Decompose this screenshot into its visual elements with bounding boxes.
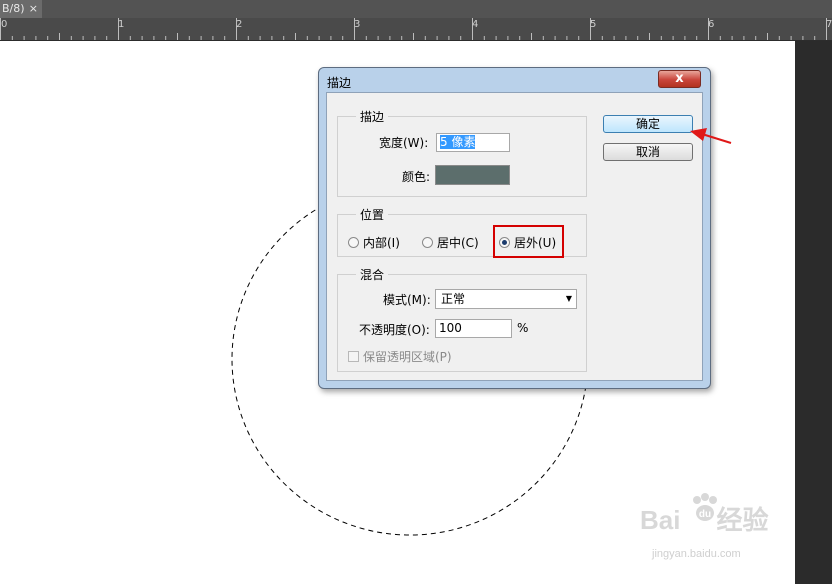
annotation-arrow [690, 128, 732, 144]
